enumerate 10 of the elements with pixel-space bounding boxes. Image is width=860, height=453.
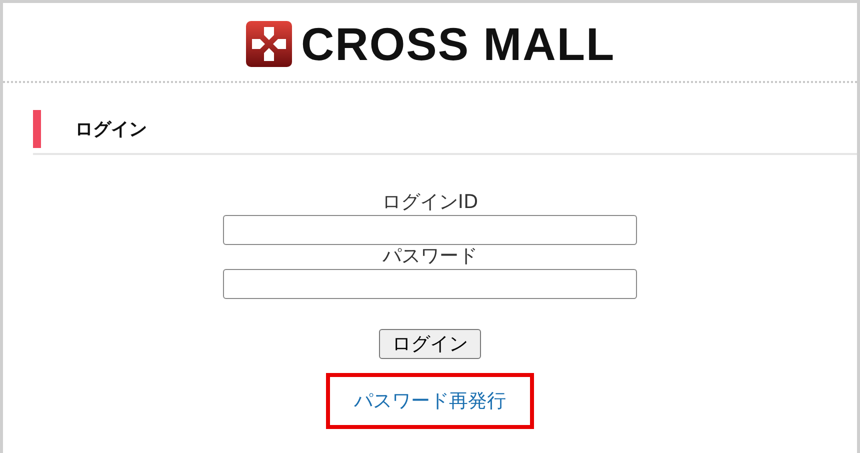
section-title: ログイン <box>75 118 147 142</box>
field-label: パスワード <box>382 244 478 268</box>
input-field[interactable] <box>223 214 637 245</box>
logo-icon <box>244 20 293 68</box>
login-button[interactable]: ログイン <box>379 328 481 358</box>
field-label: ログインID <box>382 191 478 215</box>
input-field[interactable] <box>223 268 637 298</box>
heading-accent-bar <box>33 110 41 148</box>
logo-text: CROSS MALL <box>300 21 616 67</box>
password-reset-link[interactable]: パスワード再発行 <box>354 390 506 412</box>
